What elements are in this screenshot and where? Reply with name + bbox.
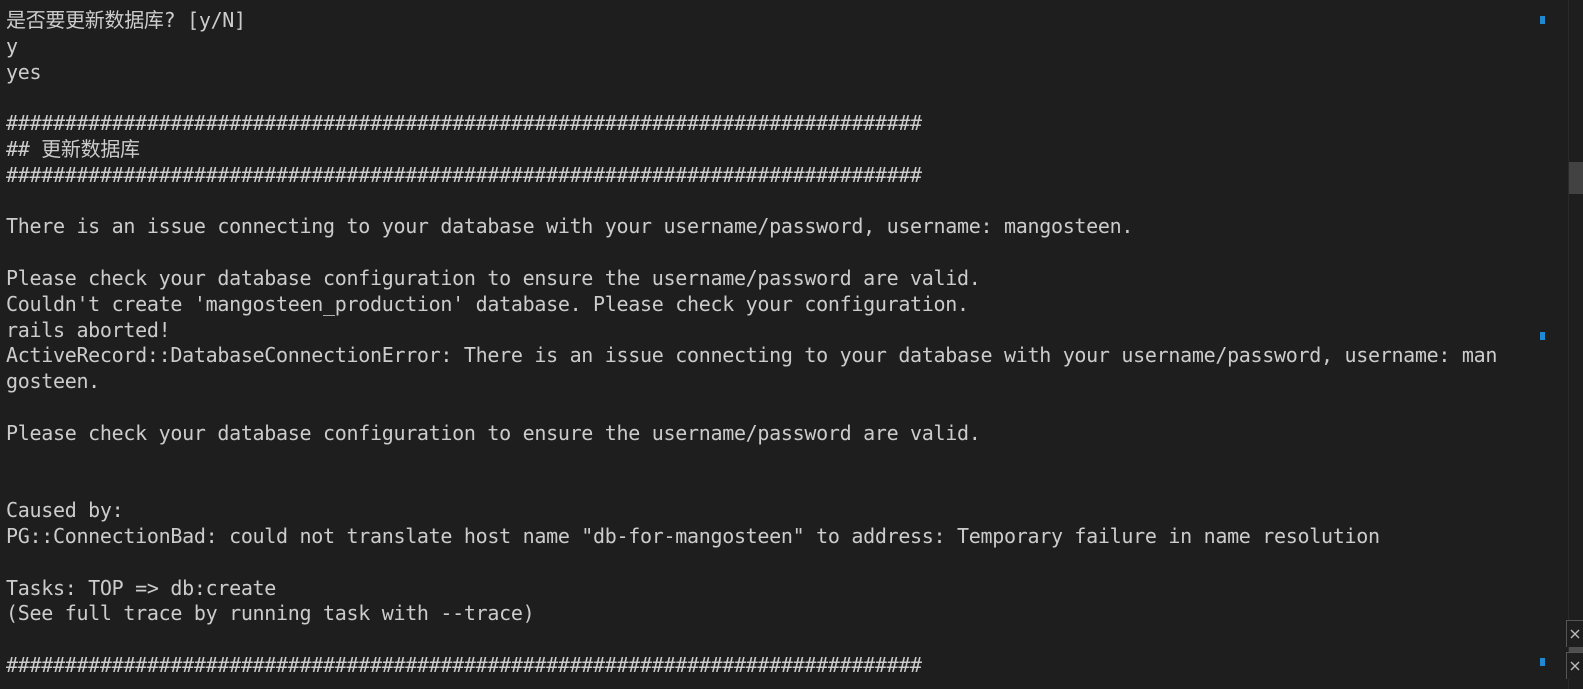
overview-ruler-marker xyxy=(1540,332,1545,340)
terminal-line: There is an issue connecting to your dat… xyxy=(6,214,1134,239)
terminal-line: (See full trace by running task with --t… xyxy=(6,601,535,626)
vertical-scrollbar[interactable] xyxy=(1568,0,1583,689)
terminal-line: PG::ConnectionBad: could not translate h… xyxy=(6,523,1380,548)
terminal-line: Couldn't create 'mangosteen_production' … xyxy=(6,291,969,316)
terminal-line: Please check your database configuration… xyxy=(6,420,981,445)
terminal-line: ########################################… xyxy=(6,162,922,187)
terminal-line: y xyxy=(6,33,18,58)
scrollbar-thumb[interactable] xyxy=(1569,162,1583,194)
terminal-line: 是否要更新数据库? [y/N] xyxy=(6,8,246,32)
terminal-line: ########################################… xyxy=(6,652,922,677)
terminal-output[interactable]: 是否要更新数据库? [y/N] y yes ##################… xyxy=(6,8,1536,679)
overview-ruler-marker xyxy=(1540,16,1545,24)
close-icon[interactable] xyxy=(1566,620,1583,647)
terminal-line: Please check your database configuration… xyxy=(6,265,981,290)
terminal-line: Tasks: TOP => db:create xyxy=(6,575,277,600)
terminal-panel[interactable]: 是否要更新数据库? [y/N] y yes ##################… xyxy=(0,0,1583,689)
terminal-line: rails aborted! xyxy=(6,317,171,342)
terminal-line: yes xyxy=(6,59,42,84)
overview-ruler-marker xyxy=(1540,658,1545,666)
terminal-line: Caused by: xyxy=(6,498,124,523)
close-icon[interactable] xyxy=(1566,652,1583,679)
terminal-line: ## 更新数据库 xyxy=(6,136,140,161)
terminal-line: ########################################… xyxy=(6,111,922,136)
terminal-line: gosteen. xyxy=(6,369,100,394)
terminal-line: ActiveRecord::DatabaseConnectionError: T… xyxy=(6,343,1498,368)
